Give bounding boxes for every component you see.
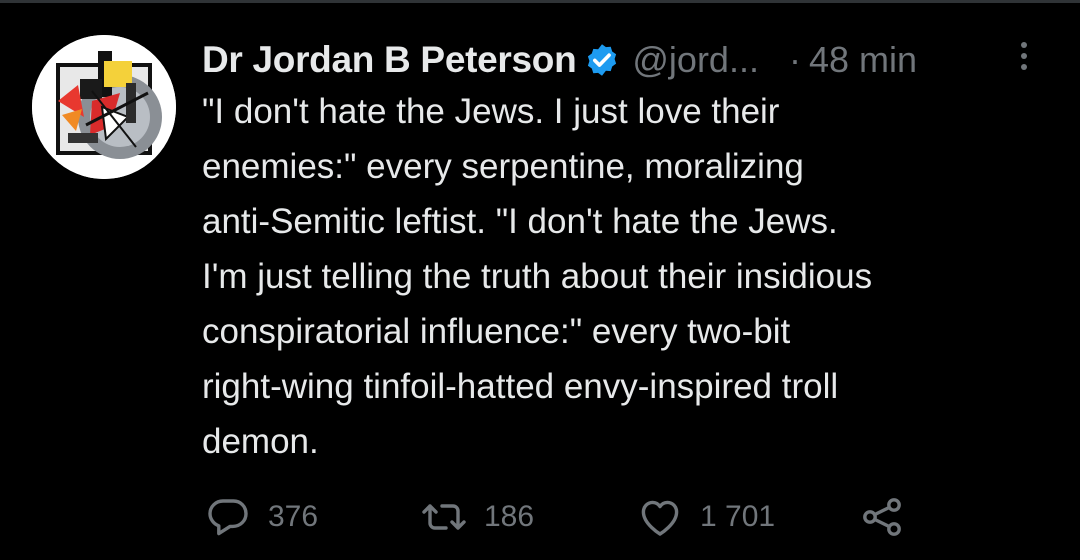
tweet-text-line: conspiratorial influence:" every two-bit <box>202 312 791 351</box>
more-vertical-icon[interactable] <box>1014 40 1034 76</box>
verified-badge-icon <box>588 44 617 76</box>
abstract-geometric-avatar-icon <box>32 35 176 179</box>
author-name[interactable]: Dr Jordan B Peterson <box>202 39 577 81</box>
tweet-actions: 376 186 1 701 <box>0 492 1080 542</box>
share-icon <box>863 498 901 536</box>
tweet-text-line: demon. <box>202 422 319 461</box>
retweet-icon <box>422 504 466 530</box>
tweet-text-line: anti-Semitic leftist. "I don't hate the … <box>202 202 838 241</box>
tweet-text: "I don't hate the Jews. I just love thei… <box>202 84 1062 469</box>
top-divider <box>0 0 1080 3</box>
header-separator: · <box>788 39 801 80</box>
like-count: 1 701 <box>700 500 776 533</box>
avatar[interactable] <box>32 35 176 179</box>
retweet-count: 186 <box>484 500 535 533</box>
reply-bubble-icon <box>208 499 248 536</box>
tweet-timestamp[interactable]: 48 min <box>809 39 917 81</box>
heart-icon <box>641 500 679 536</box>
author-handle[interactable]: @jord... <box>632 39 759 81</box>
retweet-button[interactable]: 186 <box>420 492 534 542</box>
tweet-text-line: "I don't hate the Jews. I just love thei… <box>202 92 780 131</box>
tweet-header: Dr Jordan B Peterson @jord... · 48 min <box>202 38 917 82</box>
tweet-text-line: right-wing tinfoil-hatted envy-inspired … <box>202 367 839 406</box>
share-button[interactable] <box>858 492 906 542</box>
reply-button[interactable]: 376 <box>204 492 318 542</box>
like-button[interactable]: 1 701 <box>636 492 775 542</box>
reply-count: 376 <box>268 500 319 533</box>
tweet-text-line: I'm just telling the truth about their i… <box>202 257 873 296</box>
tweet-text-line: enemies:" every serpentine, moralizing <box>202 147 804 186</box>
